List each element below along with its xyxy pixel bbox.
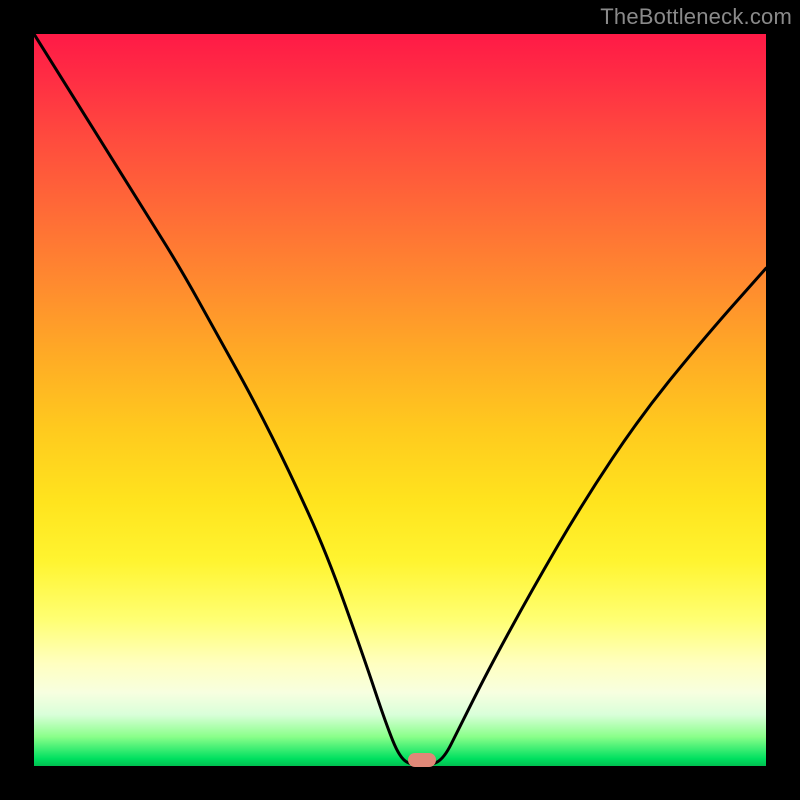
chart-frame: TheBottleneck.com (0, 0, 800, 800)
curve-svg (34, 34, 766, 766)
bottleneck-curve-path (34, 34, 766, 766)
optimum-marker (408, 753, 436, 767)
watermark-text: TheBottleneck.com (600, 4, 792, 30)
plot-area (34, 34, 766, 766)
